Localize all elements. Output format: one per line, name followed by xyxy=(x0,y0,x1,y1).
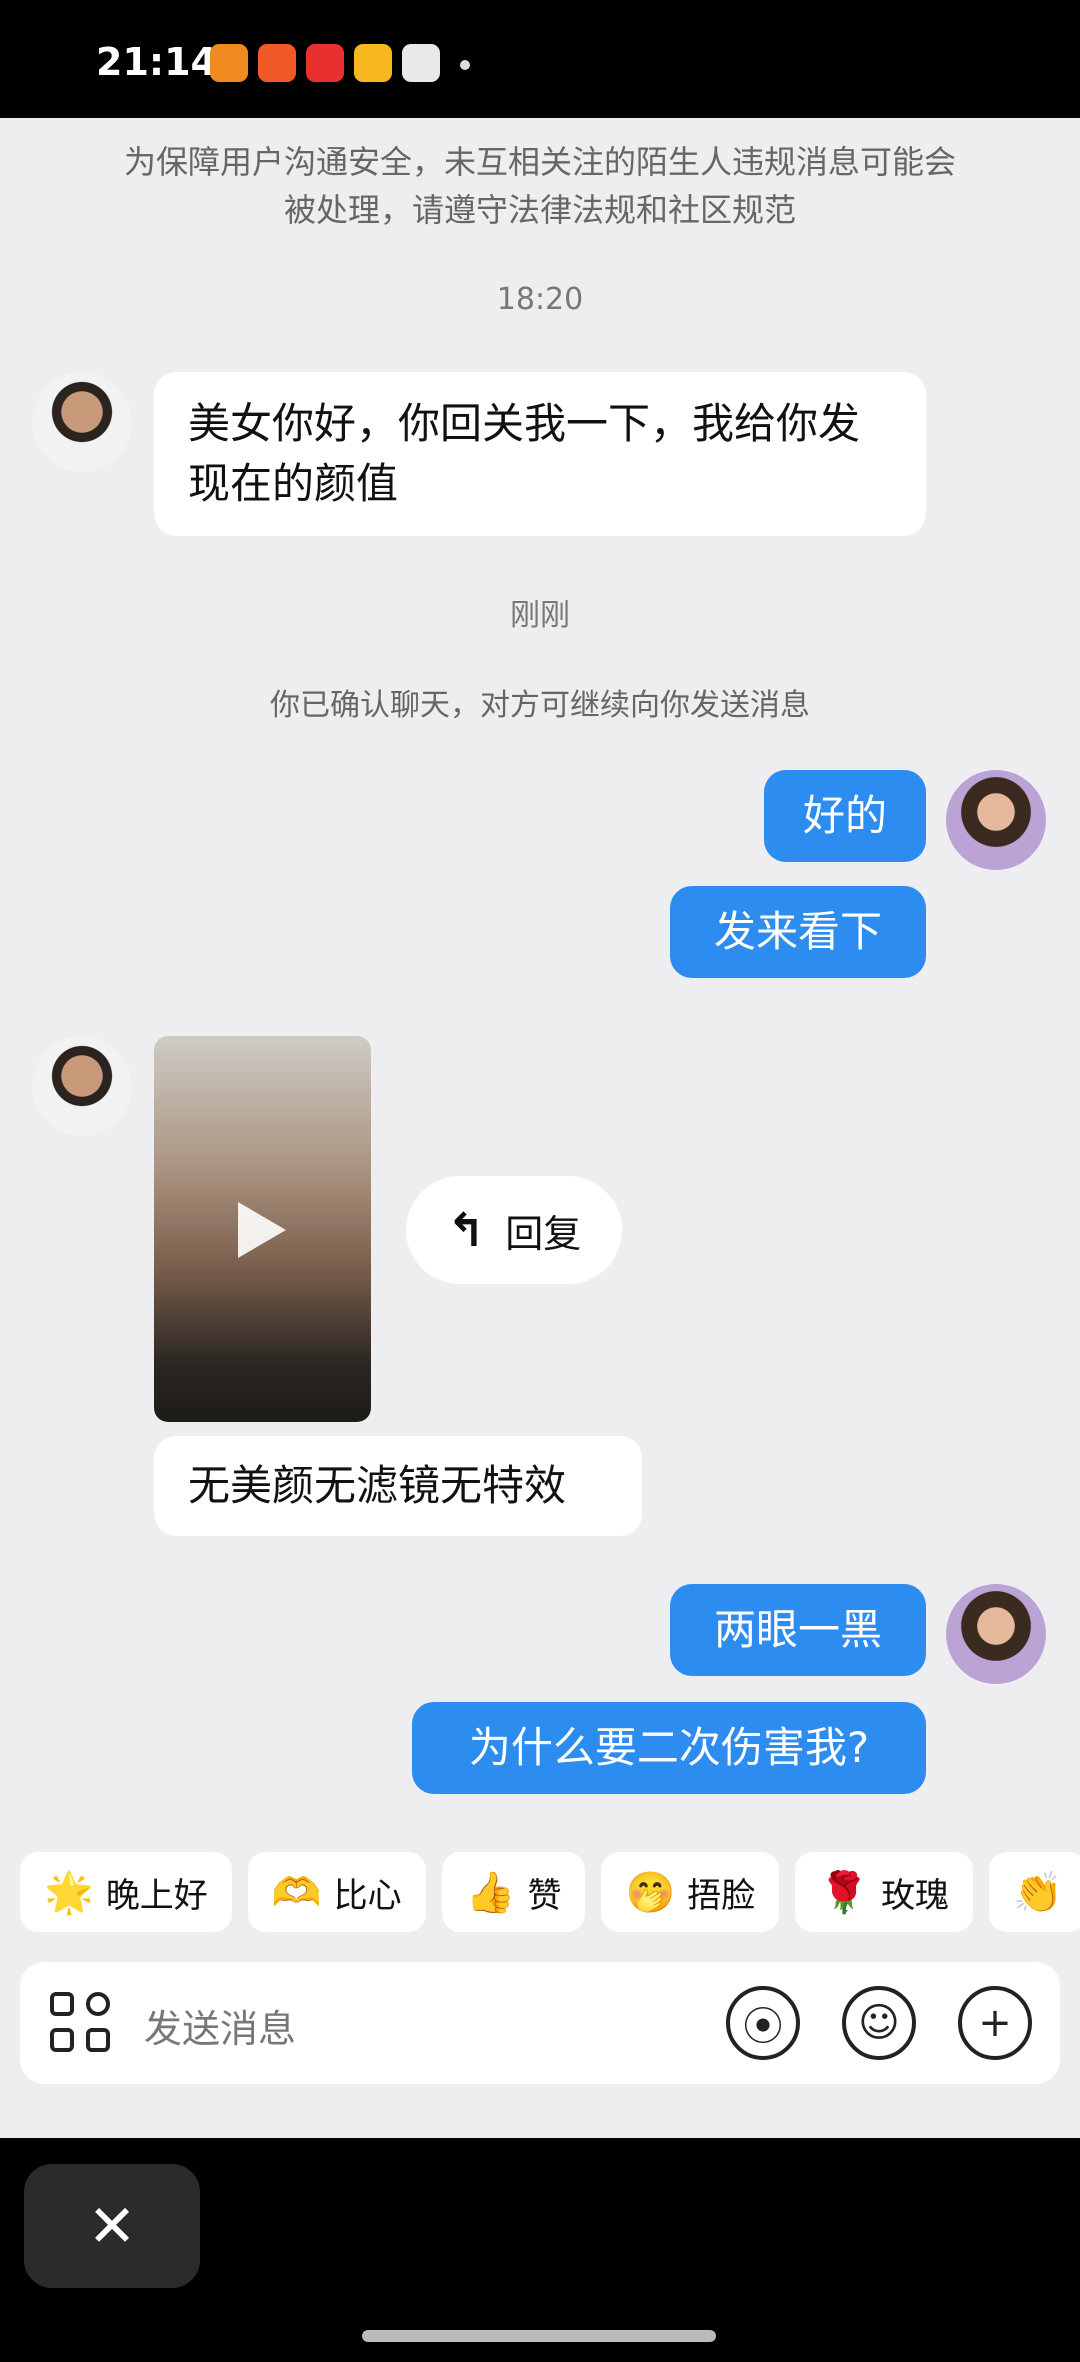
chat-area[interactable]: 为保障用户沟通安全，未互相关注的陌生人违规消息可能会被处理，请遵守法律法规和社区… xyxy=(0,118,1080,2138)
app-icon xyxy=(402,44,440,82)
outgoing-message[interactable]: 为什么要二次伤害我? xyxy=(412,1702,926,1794)
safety-notice: 为保障用户沟通安全，未互相关注的陌生人违规消息可能会被处理，请遵守法律法规和社区… xyxy=(123,143,956,229)
chip-label: 晚上好 xyxy=(105,1875,208,1916)
app-icon xyxy=(210,44,248,82)
system-message: 你已确认聊天，对方可继续向你发送消息 xyxy=(270,688,810,723)
contact-avatar[interactable] xyxy=(32,372,132,472)
status-bar: 21:14 xyxy=(0,0,1080,118)
timestamp: 刚刚 xyxy=(510,598,570,633)
quick-reply-chip[interactable]: 🌟 晚上好 xyxy=(20,1852,232,1932)
apps-grid-icon[interactable] xyxy=(50,1992,112,2054)
app-icon xyxy=(306,44,344,82)
play-icon[interactable] xyxy=(238,1202,286,1258)
voice-icon[interactable]: ⦿ xyxy=(726,1986,800,2060)
reply-label: 回复 xyxy=(505,1211,582,1256)
reply-button[interactable]: ↰ 回复 xyxy=(406,1176,622,1284)
quick-reply-chip[interactable]: 🫶 比心 xyxy=(247,1852,426,1932)
rose-emoji-icon: 🌹 xyxy=(819,1869,870,1916)
outgoing-message[interactable]: 发来看下 xyxy=(670,886,926,978)
chip-label: 赞 xyxy=(527,1875,562,1916)
bottom-area: ✕ xyxy=(0,2138,1080,2362)
video-message[interactable] xyxy=(154,1036,371,1422)
heart-hands-emoji-icon: 🫶 xyxy=(271,1869,322,1916)
facepalm-emoji-icon: 🤭 xyxy=(625,1869,676,1916)
chip-label: 比心 xyxy=(333,1875,402,1916)
notification-icons xyxy=(210,44,440,82)
thumbs-up-emoji-icon: 👍 xyxy=(465,1869,516,1916)
outgoing-message[interactable]: 好的 xyxy=(764,770,926,862)
incoming-message[interactable]: 美女你好，你回关我一下，我给你发现在的颜值 xyxy=(154,372,926,536)
my-avatar[interactable] xyxy=(946,1584,1046,1684)
message-input-bar: 发送消息 ⦿ ☺ + xyxy=(20,1962,1060,2084)
status-time: 21:14 xyxy=(96,40,217,84)
app-icon xyxy=(258,44,296,82)
more-notifications-dot xyxy=(460,60,470,70)
quick-reply-chip[interactable]: 👍 赞 xyxy=(441,1852,586,1932)
my-avatar[interactable] xyxy=(946,770,1046,870)
quick-reply-bar: 🌟 晚上好 🫶 比心 👍 赞 🤭 捂脸 🌹 玫瑰 👏 xyxy=(20,1852,1080,1932)
message-input[interactable]: 发送消息 xyxy=(144,1998,296,2053)
contact-avatar[interactable] xyxy=(32,1036,132,1136)
home-indicator[interactable] xyxy=(362,2330,716,2342)
timestamp: 18:20 xyxy=(496,282,584,317)
quick-reply-chip[interactable]: 🌹 玫瑰 xyxy=(795,1852,974,1932)
star-emoji-icon: 🌟 xyxy=(44,1869,94,1916)
outgoing-message[interactable]: 两眼一黑 xyxy=(670,1584,926,1676)
clap-emoji-icon: 👏 xyxy=(1013,1869,1063,1916)
incoming-message[interactable]: 无美颜无滤镜无特效 xyxy=(154,1436,642,1536)
plus-icon[interactable]: + xyxy=(958,1986,1032,2060)
quick-reply-chip[interactable]: 🤭 捂脸 xyxy=(601,1852,780,1932)
weibo-icon xyxy=(354,44,392,82)
chip-label: 玫瑰 xyxy=(881,1875,950,1916)
chip-label: 捂脸 xyxy=(687,1875,756,1916)
reply-arrow-icon: ↰ xyxy=(446,1203,486,1257)
quick-reply-chip[interactable]: 👏 xyxy=(989,1852,1080,1932)
close-button[interactable]: ✕ xyxy=(24,2164,200,2288)
emoji-icon[interactable]: ☺ xyxy=(842,1986,916,2060)
